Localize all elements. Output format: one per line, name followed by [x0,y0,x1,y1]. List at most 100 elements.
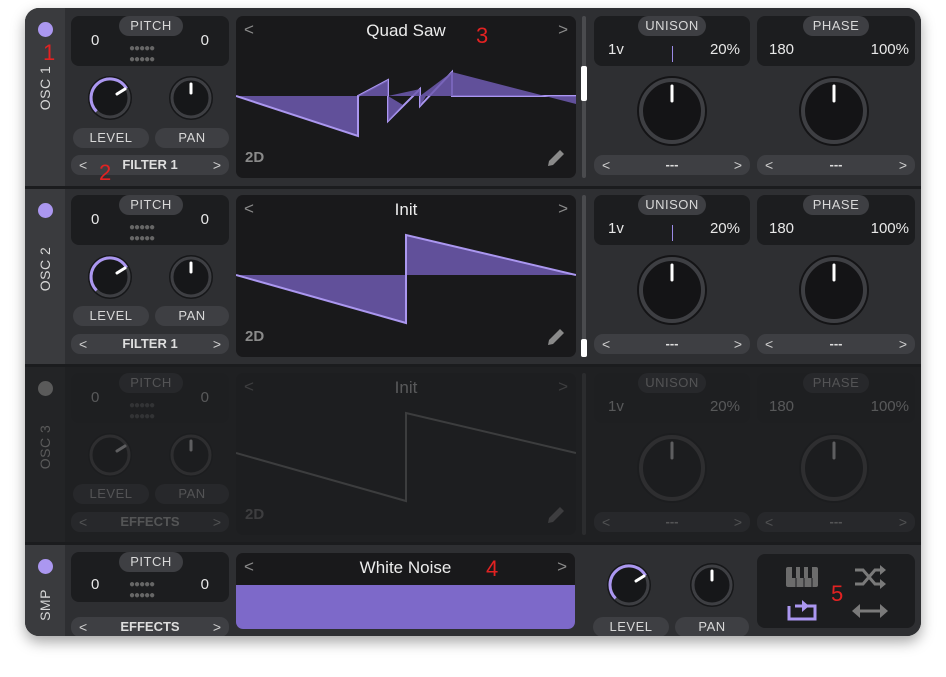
osc3-tune-value[interactable]: 0 [201,389,209,406]
osc1-wave-name[interactable]: Quad Saw [236,21,576,41]
osc1-phase-prev-icon[interactable]: < [765,155,773,175]
osc2-frame-thumb[interactable] [581,339,587,357]
osc2-phase-selector[interactable]: < --- > [757,334,915,354]
osc3-level-knob[interactable] [88,433,132,477]
osc3-enable-toggle[interactable] [38,381,53,396]
osc1-tune-value[interactable]: 0 [201,32,209,49]
osc3-transpose-value[interactable]: 0 [91,389,99,406]
annotation-2: 2 [99,160,112,185]
smp-dest-next-icon[interactable]: > [213,617,221,636]
osc2-phase-random[interactable]: 100% [871,220,909,237]
osc3-unison-voices[interactable]: 1v [608,398,624,415]
smp-pan-knob[interactable] [690,563,734,607]
osc2-wavetable-display[interactable]: < Init > 2D [236,195,576,357]
osc1-pan-knob[interactable] [169,76,213,120]
osc2-unison-voices[interactable]: 1v [608,220,624,237]
osc3-pan-knob[interactable] [169,433,213,477]
osc1-unison-knob[interactable] [637,76,707,146]
osc1-mode-label[interactable]: 2D [245,149,264,166]
osc2-frame-scrollbar[interactable] [582,195,586,357]
osc1-unison-detune[interactable]: 20% [710,41,740,58]
smp-dest-prev-icon[interactable]: < [79,617,87,636]
osc3-section: OSC 3 PITCH 0 0 ●●●●● ●●●●● LEVEL PAN < … [25,367,921,542]
loop-icon[interactable] [785,598,819,622]
osc3-phase-prev-icon[interactable]: < [765,512,773,532]
bounce-icon[interactable] [851,602,889,620]
osc2-dest-prev-icon[interactable]: < [79,334,87,354]
osc2-unison-detune[interactable]: 20% [710,220,740,237]
osc1-transpose-value[interactable]: 0 [91,32,99,49]
osc3-unison-knob[interactable] [637,433,707,503]
keyboard-icon[interactable] [785,566,819,588]
osc2-wave-next-icon[interactable]: > [558,199,568,219]
osc3-phase-knob[interactable] [799,433,869,503]
osc3-wave-name[interactable]: Init [236,378,576,398]
osc3-mode-label[interactable]: 2D [245,506,264,523]
osc1-phase-knob[interactable] [799,76,869,146]
osc2-unison-next-icon[interactable]: > [734,334,742,354]
osc3-unison-detune[interactable]: 20% [710,398,740,415]
osc1-dest-prev-icon[interactable]: < [79,155,87,175]
osc2-destination-selector[interactable]: < FILTER 1 > [71,334,229,354]
osc1-phase-value[interactable]: 180 [769,41,794,58]
osc2-phase-prev-icon[interactable]: < [765,334,773,354]
osc2-pan-label: PAN [155,306,229,326]
random-icon[interactable] [853,564,887,590]
osc3-unison-prev-icon[interactable]: < [602,512,610,532]
osc2-unison-selector[interactable]: < --- > [594,334,750,354]
osc2-phase-next-icon[interactable]: > [899,334,907,354]
osc2-enable-toggle[interactable] [38,203,53,218]
osc1-wavetable-display[interactable]: < Quad Saw > 2D [236,16,576,178]
osc1-phase-random[interactable]: 100% [871,41,909,58]
osc2-phase-knob[interactable] [799,255,869,325]
smp-pitch-box: PITCH 0 0 ●●●●● ●●●●● [71,552,229,602]
osc1-enable-toggle[interactable] [38,22,53,37]
smp-enable-toggle[interactable] [38,559,53,574]
osc1-phase-selector[interactable]: < --- > [757,155,915,175]
osc3-unison-next-icon[interactable]: > [734,512,742,532]
smp-sample-name[interactable]: White Noise [236,558,575,578]
osc2-unison-prev-icon[interactable]: < [602,334,610,354]
osc3-wave-next-icon[interactable]: > [558,377,568,397]
osc2-transpose-value[interactable]: 0 [91,211,99,228]
pencil-icon[interactable] [546,505,566,525]
osc3-phase-value[interactable]: 180 [769,398,794,415]
osc1-level-knob[interactable] [88,76,132,120]
osc2-level-knob[interactable] [88,255,132,299]
osc1-destination-selector[interactable]: < FILTER 1 > [71,155,229,175]
osc2-unison-knob[interactable] [637,255,707,325]
smp-tune-value[interactable]: 0 [201,576,209,593]
smp-sample-display[interactable]: < White Noise > [236,553,575,629]
smp-transpose-value[interactable]: 0 [91,576,99,593]
smp-next-icon[interactable]: > [557,557,567,577]
osc1-unison-voices[interactable]: 1v [608,41,624,58]
osc3-unison-selector[interactable]: < --- > [594,512,750,532]
osc2-tune-value[interactable]: 0 [201,211,209,228]
osc3-phase-selector[interactable]: < --- > [757,512,915,532]
osc2-phase-value[interactable]: 180 [769,220,794,237]
osc3-phase-next-icon[interactable]: > [899,512,907,532]
osc3-phase-random[interactable]: 100% [871,398,909,415]
osc3-phase-sel-value: --- [829,514,843,529]
osc3-destination-selector[interactable]: < EFFECTS > [71,512,229,532]
osc3-wavetable-display[interactable]: < Init > 2D [236,373,576,535]
osc1-pitch-label: PITCH [119,16,183,36]
osc1-wave-next-icon[interactable]: > [558,20,568,40]
pencil-icon[interactable] [546,327,566,347]
osc3-dest-prev-icon[interactable]: < [79,512,87,532]
pencil-icon[interactable] [546,148,566,168]
smp-destination-selector[interactable]: < EFFECTS > [71,617,229,636]
smp-level-knob[interactable] [607,563,651,607]
osc1-unison-selector[interactable]: < --- > [594,155,750,175]
osc2-mode-label[interactable]: 2D [245,328,264,345]
osc2-dest-next-icon[interactable]: > [213,334,221,354]
osc1-phase-next-icon[interactable]: > [899,155,907,175]
osc1-unison-prev-icon[interactable]: < [602,155,610,175]
osc3-dest-next-icon[interactable]: > [213,512,221,532]
osc1-dest-next-icon[interactable]: > [213,155,221,175]
osc2-wave-name[interactable]: Init [236,200,576,220]
osc1-frame-thumb[interactable] [581,66,587,101]
osc2-pan-knob[interactable] [169,255,213,299]
osc1-unison-next-icon[interactable]: > [734,155,742,175]
osc3-frame-scrollbar[interactable] [582,373,586,535]
